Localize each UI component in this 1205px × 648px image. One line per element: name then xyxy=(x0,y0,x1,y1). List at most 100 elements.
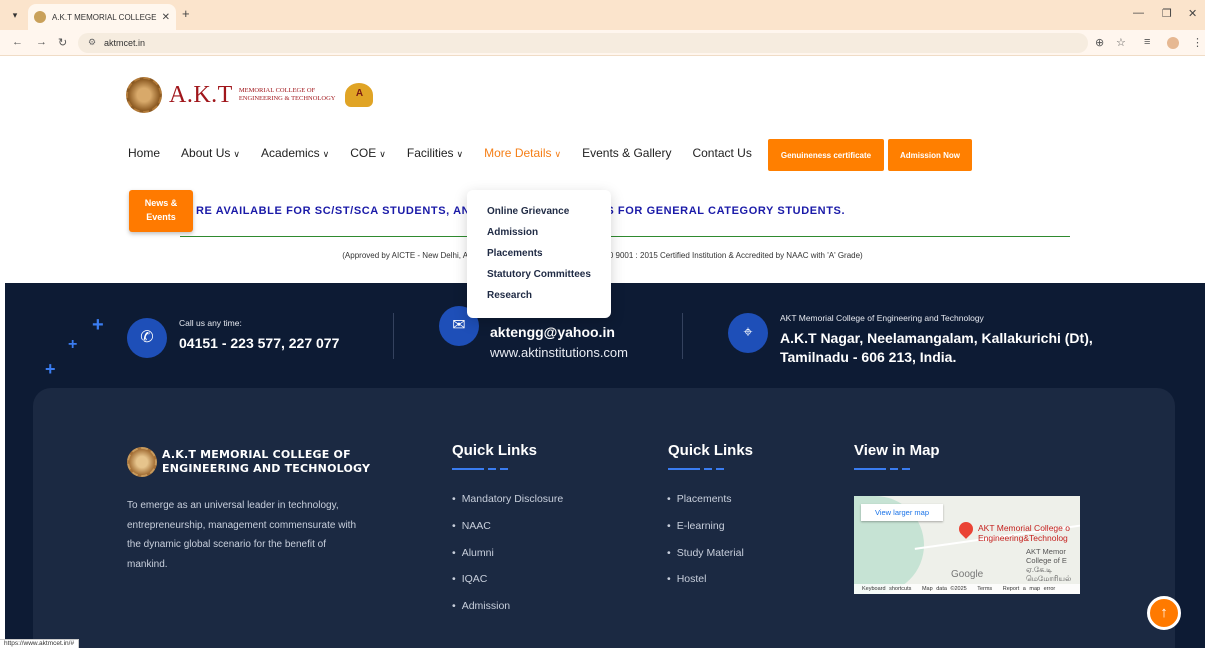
heading-underline xyxy=(668,468,724,470)
zoom-icon[interactable]: ⊕ xyxy=(1095,36,1104,49)
close-tab-icon[interactable]: ✕ xyxy=(162,12,170,23)
map-pin-label-line-1: AKT Memorial College o xyxy=(978,523,1070,533)
chevron-down-icon: ∨ xyxy=(554,149,562,159)
footer-link-hostel[interactable]: Hostel xyxy=(667,573,744,600)
bookmark-star-icon[interactable]: ☆ xyxy=(1116,36,1126,49)
chevron-down-icon: ∨ xyxy=(233,149,240,159)
footer-link-admission[interactable]: Admission xyxy=(452,600,563,627)
footer-link-iqac[interactable]: IQAC xyxy=(452,573,563,600)
address-line-1: A.K.T Nagar, Neelamangalam, Kallakurichi… xyxy=(780,330,1093,346)
footer-link-naac[interactable]: NAAC xyxy=(452,520,563,547)
footer-link-study-material[interactable]: Study Material xyxy=(667,547,744,574)
browser-tab-bar: ▾ A.K.T MEMORIAL COLLEGE OF ✕ + — ❐ ✕ xyxy=(0,0,1205,30)
embedded-map[interactable]: View larger map AKT Memorial College o E… xyxy=(854,496,1080,594)
plus-decor-icon: + xyxy=(45,359,56,379)
contact-divider xyxy=(682,313,683,359)
phone-number[interactable]: 04151 - 223 577, 227 077 xyxy=(179,335,339,351)
forward-icon[interactable]: → xyxy=(36,36,47,48)
nav-events-gallery[interactable]: Events & Gallery xyxy=(582,146,671,160)
quick-links-title-1: Quick Links xyxy=(452,442,538,459)
map-attribution[interactable]: Keyboard shortcuts Map data ©2025 Terms … xyxy=(854,584,1080,594)
footer-logo-text: A.K.T MEMORIAL COLLEGE OF ENGINEERING AN… xyxy=(162,448,370,476)
tab-search-icon[interactable]: ▾ xyxy=(8,8,22,22)
quick-links-title-2: Quick Links xyxy=(668,442,754,459)
map-pin-label-line-2: Engineering&Technolog xyxy=(978,533,1068,543)
favicon-icon xyxy=(34,11,46,23)
nav-facilities[interactable]: Facilities ∨ xyxy=(407,146,463,160)
main-nav: Home About Us ∨ Academics ∨ COE ∨ Facilitie… xyxy=(128,146,773,160)
admission-now-button[interactable]: Admission Now xyxy=(888,139,972,171)
minimize-icon[interactable]: — xyxy=(1133,7,1144,19)
profile-avatar[interactable] xyxy=(1167,37,1179,49)
view-in-map-title: View in Map xyxy=(854,442,940,459)
nav-label: Facilities xyxy=(406,146,454,160)
site-info-icon[interactable]: ⚙ xyxy=(88,37,96,48)
nav-more-details[interactable]: More Details ∨ xyxy=(484,146,561,160)
address-line-2: Tamilnadu - 606 213, India. xyxy=(780,349,957,365)
location-pin-icon: ⌖ xyxy=(728,313,768,353)
quick-links-list-1: Mandatory Disclosure NAAC Alumni IQAC Ad… xyxy=(452,493,564,627)
footer-about-text: To emerge as an universal leader in tech… xyxy=(127,500,357,570)
url-field[interactable]: ⚙ aktmcet.in xyxy=(78,33,1088,53)
new-tab-button[interactable]: + xyxy=(182,6,190,21)
nav-coe[interactable]: COE ∨ xyxy=(350,146,386,160)
nav-label: COE xyxy=(350,146,377,160)
footer-link-e-learning[interactable]: E-learning xyxy=(667,520,744,547)
media-icon[interactable]: ≡ xyxy=(1144,36,1150,48)
google-logo: Google xyxy=(951,569,984,580)
footer-link-alumni[interactable]: Alumni xyxy=(452,547,563,574)
college-emblem-icon xyxy=(126,77,162,113)
dropdown-item-placements[interactable]: Placements xyxy=(467,247,611,268)
logo-main-text: A.K.T xyxy=(169,81,233,108)
naac-grade: A xyxy=(355,88,364,99)
map-pin-icon[interactable] xyxy=(956,519,976,539)
map-side-label-line: College of E xyxy=(1026,556,1067,565)
scroll-to-top-button[interactable]: ↑ xyxy=(1147,596,1181,630)
nav-about-us[interactable]: About Us ∨ xyxy=(181,146,240,160)
email-address[interactable]: aktengg@yahoo.in xyxy=(490,324,615,340)
chevron-down-icon: ∨ xyxy=(322,149,330,159)
logo-sub-line-2: ENGINEERING & TECHNOLOGY xyxy=(238,95,336,102)
restore-icon[interactable]: ❐ xyxy=(1162,7,1172,20)
nav-label: More Details xyxy=(484,146,552,160)
browser-menu-icon[interactable]: ⋮ xyxy=(1192,36,1203,49)
genuineness-certificate-button[interactable]: Genuineness certificate xyxy=(768,139,884,171)
close-window-icon[interactable]: ✕ xyxy=(1188,7,1197,20)
nav-home[interactable]: Home xyxy=(128,146,160,160)
footer-link-mandatory-disclosure[interactable]: Mandatory Disclosure xyxy=(452,493,564,520)
logo-sub-line-1: MEMORIAL COLLEGE OF xyxy=(238,87,316,94)
map-side-label-line: ஏ.கே.டி xyxy=(1026,565,1053,574)
nav-label: Academics xyxy=(260,146,320,160)
chevron-down-icon: ∨ xyxy=(456,149,464,159)
footer-logo-line-1: A.K.T MEMORIAL COLLEGE OF xyxy=(162,448,351,461)
tab-title: A.K.T MEMORIAL COLLEGE OF xyxy=(52,12,158,22)
heading-underline xyxy=(854,468,910,470)
back-icon[interactable]: ← xyxy=(12,36,23,48)
dropdown-item-research[interactable]: Research xyxy=(467,289,611,310)
footer-link-placements[interactable]: Placements xyxy=(667,493,744,520)
dropdown-item-statutory-committees[interactable]: Statutory Committees xyxy=(467,268,611,289)
college-logo[interactable]: A.K.T MEMORIAL COLLEGE OF ENGINEERING & … xyxy=(126,77,374,113)
footer-logo[interactable]: A.K.T MEMORIAL COLLEGE OF ENGINEERING AN… xyxy=(127,447,370,477)
dropdown-item-admission[interactable]: Admission xyxy=(467,226,611,247)
address-label: AKT Memorial College of Engineering and … xyxy=(780,313,984,323)
view-larger-map-button[interactable]: View larger map xyxy=(861,504,943,521)
map-side-label: AKT Memor College of E ஏ.கே.டி மெமோரியல் xyxy=(1026,547,1071,583)
phone-label: Call us any time: xyxy=(179,318,242,328)
contact-divider xyxy=(393,313,394,359)
website-link[interactable]: www.aktinstitutions.com xyxy=(490,345,628,360)
marquee-divider xyxy=(180,236,1070,237)
quick-links-list-2: Placements E-learning Study Material Hos… xyxy=(667,493,744,600)
news-events-button[interactable]: News & Events xyxy=(129,190,193,232)
college-emblem-icon xyxy=(127,447,157,477)
reload-icon[interactable]: ↻ xyxy=(58,36,67,49)
phone-icon: ✆ xyxy=(127,318,167,358)
nav-label: About Us xyxy=(181,146,231,160)
map-pin-label: AKT Memorial College o Engineering&Techn… xyxy=(978,523,1070,543)
browser-tab[interactable]: A.K.T MEMORIAL COLLEGE OF ✕ xyxy=(28,4,176,30)
nav-contact-us[interactable]: Contact Us xyxy=(692,146,751,160)
more-details-dropdown: Online Grievance Admission Placements St… xyxy=(467,190,611,318)
nav-academics[interactable]: Academics ∨ xyxy=(261,146,329,160)
plus-decor-icon: + xyxy=(68,336,78,353)
dropdown-item-online-grievance[interactable]: Online Grievance xyxy=(467,205,611,226)
